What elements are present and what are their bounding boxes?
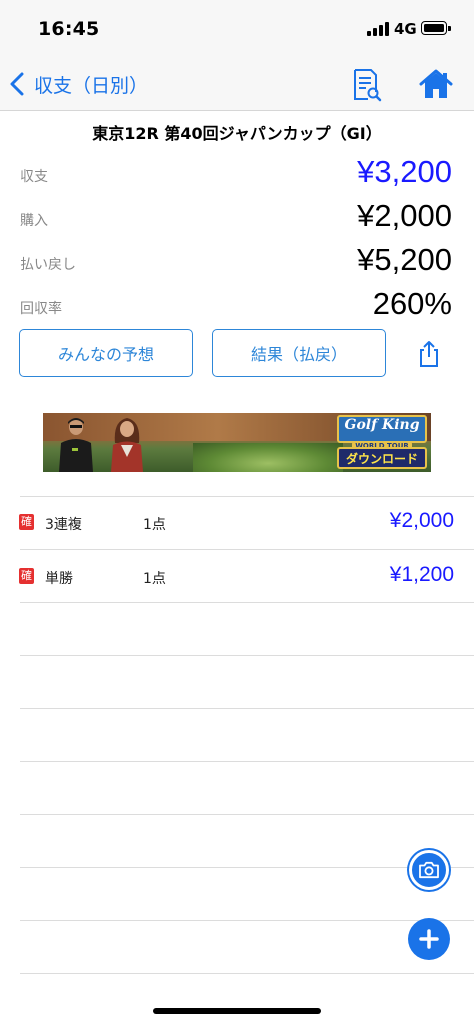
plus-icon [419, 929, 439, 949]
back-label: 収支（日別） [34, 74, 149, 97]
back-chevron-icon [10, 72, 24, 96]
summary-row-return-rate: 回収率 260% [0, 284, 474, 328]
confirmed-badge: 確 [19, 514, 34, 530]
summary-label: 払い戻し [20, 257, 76, 273]
golfer-man-image [59, 418, 93, 472]
race-title: 東京12R 第40回ジャパンカップ（GI） [92, 124, 382, 143]
list-divider [20, 655, 474, 656]
bet-count: 1点 [143, 517, 166, 533]
home-icon [419, 69, 453, 98]
list-divider [20, 708, 474, 709]
summary-label: 購入 [20, 213, 48, 229]
list-divider [20, 973, 474, 974]
ad-banner[interactable]: Golf King WORLD TOUR ダウンロード [43, 413, 431, 472]
summary-value: ¥5,200 [357, 242, 452, 277]
signal-icon [367, 22, 389, 36]
summary-value: ¥3,200 [357, 154, 452, 189]
share-button[interactable] [417, 340, 441, 368]
back-button[interactable]: 収支（日別） [10, 70, 148, 98]
summary-row-balance: 収支 ¥3,200 [0, 152, 474, 196]
summary-label: 収支 [20, 169, 48, 185]
bet-row[interactable]: 確 単勝 1点 ¥1,200 [0, 549, 474, 602]
list-divider [20, 867, 474, 868]
confirmed-badge: 確 [19, 568, 34, 584]
summary-label: 回収率 [20, 301, 62, 317]
status-time: 16:45 [38, 18, 100, 40]
bet-amount: ¥2,000 [389, 509, 454, 532]
navigation-bar: 収支（日別） [0, 58, 474, 111]
list-divider [20, 814, 474, 815]
bet-count: 1点 [143, 571, 166, 587]
network-type: 4G [394, 20, 417, 38]
summary-value: 260% [372, 286, 452, 321]
document-search-button[interactable] [352, 68, 382, 102]
summary-value: ¥2,000 [357, 198, 452, 233]
battery-icon [421, 21, 451, 35]
status-bar: 16:45 4G [0, 0, 474, 58]
bet-type: 単勝 [45, 571, 73, 587]
share-icon [420, 341, 438, 367]
results-button[interactable]: 結果（払戻） [212, 329, 386, 377]
home-button[interactable] [419, 68, 453, 100]
golfer-woman-image [111, 418, 143, 472]
predictions-button[interactable]: みんなの予想 [19, 329, 193, 377]
golf-king-logo: Golf King WORLD TOUR [337, 415, 427, 451]
summary-row-purchase: 購入 ¥2,000 [0, 196, 474, 240]
list-divider [20, 761, 474, 762]
home-indicator [153, 1008, 321, 1014]
download-cta[interactable]: ダウンロード [337, 447, 427, 469]
bet-row[interactable]: 確 3連複 1点 ¥2,000 [0, 496, 474, 549]
camera-icon [419, 861, 439, 879]
summary-row-payout: 払い戻し ¥5,200 [0, 240, 474, 284]
bet-type: 3連複 [45, 517, 82, 533]
bet-amount: ¥1,200 [389, 563, 454, 586]
document-search-icon [354, 69, 382, 102]
list-divider [20, 602, 474, 603]
list-divider [20, 920, 474, 921]
add-button[interactable] [408, 918, 450, 960]
camera-button[interactable] [409, 850, 449, 890]
